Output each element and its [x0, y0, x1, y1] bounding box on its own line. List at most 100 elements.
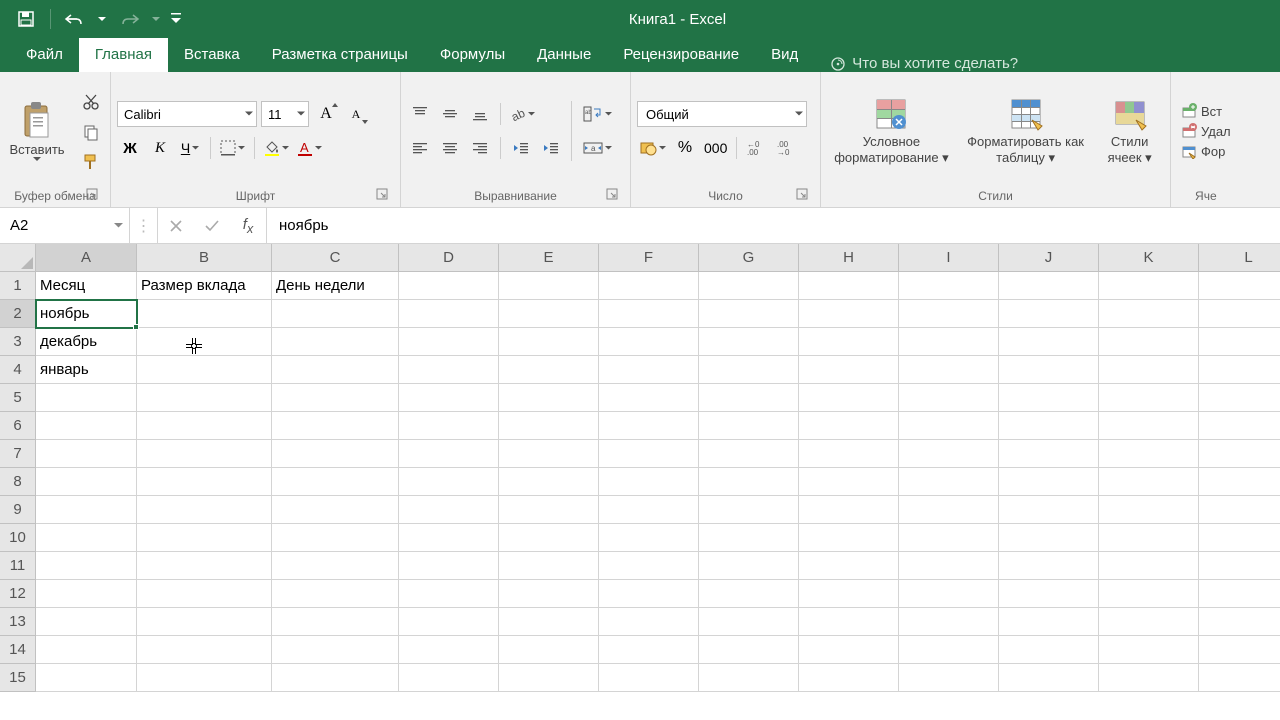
cell-K1[interactable] — [1099, 272, 1199, 300]
align-middle[interactable] — [437, 101, 463, 127]
cell-I7[interactable] — [899, 440, 999, 468]
cell-A3[interactable]: декабрь — [36, 328, 137, 356]
cell-H12[interactable] — [799, 580, 899, 608]
cell-K14[interactable] — [1099, 636, 1199, 664]
cell-F10[interactable] — [599, 524, 699, 552]
cut-button[interactable] — [78, 89, 104, 115]
font-size-combo[interactable]: 11 — [261, 101, 309, 127]
cell-F14[interactable] — [599, 636, 699, 664]
row-header-15[interactable]: 15 — [0, 664, 36, 692]
italic-button[interactable]: К — [147, 135, 173, 161]
column-header-H[interactable]: H — [799, 244, 899, 272]
cell-E11[interactable] — [499, 552, 599, 580]
borders-button[interactable] — [218, 135, 247, 161]
cell-A7[interactable] — [36, 440, 137, 468]
comma-style-button[interactable]: 000 — [702, 135, 729, 161]
cell-G8[interactable] — [699, 468, 799, 496]
cell-B11[interactable] — [137, 552, 272, 580]
row-header-12[interactable]: 12 — [0, 580, 36, 608]
column-header-F[interactable]: F — [599, 244, 699, 272]
increase-decimal-button[interactable]: ←0.00 — [744, 135, 770, 161]
cell-I14[interactable] — [899, 636, 999, 664]
row-header-9[interactable]: 9 — [0, 496, 36, 524]
cell-D6[interactable] — [399, 412, 499, 440]
column-header-J[interactable]: J — [999, 244, 1099, 272]
row-header-5[interactable]: 5 — [0, 384, 36, 412]
cell-G4[interactable] — [699, 356, 799, 384]
cell-A14[interactable] — [36, 636, 137, 664]
cell-K12[interactable] — [1099, 580, 1199, 608]
row-header-1[interactable]: 1 — [0, 272, 36, 300]
cell-C15[interactable] — [272, 664, 399, 692]
cell-L11[interactable] — [1199, 552, 1280, 580]
cell-C11[interactable] — [272, 552, 399, 580]
cell-H9[interactable] — [799, 496, 899, 524]
cell-K7[interactable] — [1099, 440, 1199, 468]
font-dialog-launcher[interactable] — [376, 188, 390, 202]
tab-formulas[interactable]: Формулы — [424, 38, 521, 72]
cell-B4[interactable] — [137, 356, 272, 384]
cell-D8[interactable] — [399, 468, 499, 496]
cell-L14[interactable] — [1199, 636, 1280, 664]
cell-C3[interactable] — [272, 328, 399, 356]
cell-A11[interactable] — [36, 552, 137, 580]
cell-L5[interactable] — [1199, 384, 1280, 412]
cell-A6[interactable] — [36, 412, 137, 440]
cell-A8[interactable] — [36, 468, 137, 496]
cell-J8[interactable] — [999, 468, 1099, 496]
number-dialog-launcher[interactable] — [796, 188, 810, 202]
row-header-3[interactable]: 3 — [0, 328, 36, 356]
bold-button[interactable]: Ж — [117, 135, 143, 161]
align-top[interactable] — [407, 101, 433, 127]
cell-L9[interactable] — [1199, 496, 1280, 524]
cell-H15[interactable] — [799, 664, 899, 692]
cell-L6[interactable] — [1199, 412, 1280, 440]
cell-E7[interactable] — [499, 440, 599, 468]
confirm-edit-button[interactable] — [194, 208, 230, 243]
format-painter-button[interactable] — [78, 149, 104, 175]
cell-B2[interactable] — [137, 300, 272, 328]
column-header-E[interactable]: E — [499, 244, 599, 272]
column-header-L[interactable]: L — [1199, 244, 1280, 272]
cell-I4[interactable] — [899, 356, 999, 384]
name-box-expand[interactable]: ⋮ — [130, 208, 158, 243]
cell-D9[interactable] — [399, 496, 499, 524]
cell-C10[interactable] — [272, 524, 399, 552]
cell-I9[interactable] — [899, 496, 999, 524]
cell-H14[interactable] — [799, 636, 899, 664]
cell-C6[interactable] — [272, 412, 399, 440]
cell-L12[interactable] — [1199, 580, 1280, 608]
cell-G5[interactable] — [699, 384, 799, 412]
cell-L13[interactable] — [1199, 608, 1280, 636]
cell-K5[interactable] — [1099, 384, 1199, 412]
cell-G2[interactable] — [699, 300, 799, 328]
cell-K3[interactable] — [1099, 328, 1199, 356]
tab-view[interactable]: Вид — [755, 38, 814, 72]
formula-input[interactable]: ноябрь — [267, 208, 1280, 243]
cell-H6[interactable] — [799, 412, 899, 440]
cell-K15[interactable] — [1099, 664, 1199, 692]
cell-B14[interactable] — [137, 636, 272, 664]
format-as-table-button[interactable]: Форматировать как таблицу ▾ — [960, 94, 1091, 167]
cell-B9[interactable] — [137, 496, 272, 524]
font-color-button[interactable]: A — [295, 135, 324, 161]
tab-home[interactable]: Главная — [79, 38, 168, 72]
cell-L8[interactable] — [1199, 468, 1280, 496]
cell-L15[interactable] — [1199, 664, 1280, 692]
decrease-font-size[interactable]: A — [343, 101, 369, 127]
cell-I11[interactable] — [899, 552, 999, 580]
cell-I5[interactable] — [899, 384, 999, 412]
cell-A5[interactable] — [36, 384, 137, 412]
select-all-corner[interactable] — [0, 244, 36, 272]
cell-C9[interactable] — [272, 496, 399, 524]
cell-F9[interactable] — [599, 496, 699, 524]
cell-L3[interactable] — [1199, 328, 1280, 356]
cell-B7[interactable] — [137, 440, 272, 468]
cell-K4[interactable] — [1099, 356, 1199, 384]
cell-B13[interactable] — [137, 608, 272, 636]
row-header-10[interactable]: 10 — [0, 524, 36, 552]
cell-F13[interactable] — [599, 608, 699, 636]
cell-F11[interactable] — [599, 552, 699, 580]
cell-A2[interactable]: ноябрь — [36, 300, 137, 328]
cell-J5[interactable] — [999, 384, 1099, 412]
